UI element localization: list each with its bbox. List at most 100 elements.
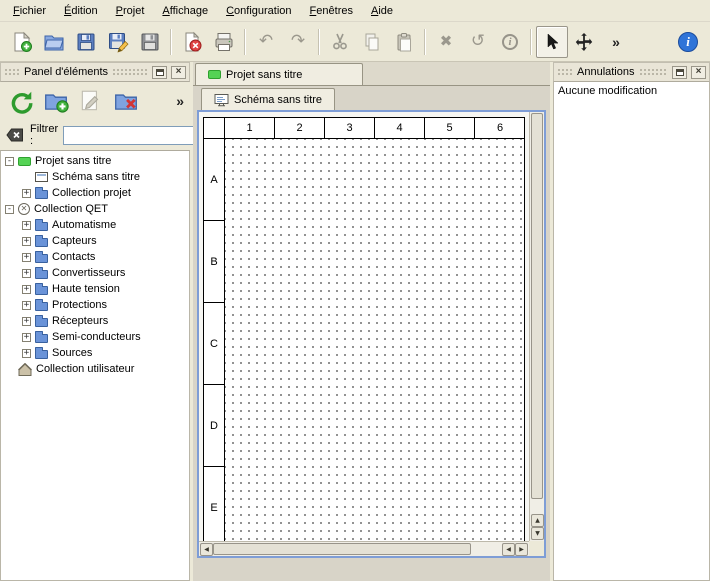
filter-input[interactable] [63,126,213,145]
float-icon [676,69,684,76]
scroll-left-button-2[interactable]: ◀ [502,543,515,556]
vertical-scrollbar-thumb[interactable] [531,113,543,499]
tree-item-protections[interactable]: Protections [1,297,189,313]
expander-icon[interactable] [22,285,31,294]
tree-item-semi-conducteurs[interactable]: Semi-conducteurs [1,329,189,345]
menu-projet[interactable]: Projet [107,2,154,20]
tree-item-recepteurs[interactable]: Récepteurs [1,313,189,329]
toolbar-separator [170,29,172,55]
tree-item-haute-tension[interactable]: Haute tension [1,281,189,297]
delete-button[interactable]: ✖ [430,26,462,58]
selection-mode-button[interactable] [536,26,568,58]
expander-icon[interactable] [22,237,31,246]
tree-item-project[interactable]: Projet sans titre [1,153,189,169]
undo-button[interactable]: ↶ [250,26,282,58]
tree-item-label: Collection utilisateur [36,363,134,375]
undo-empty-text: Aucune modification [558,85,657,97]
menu-fenetres[interactable]: Fenêtres [301,2,362,20]
expander-icon[interactable] [5,157,14,166]
tree-item-capteurs[interactable]: Capteurs [1,233,189,249]
tree-item-schema[interactable]: Schéma sans titre [1,169,189,185]
edit-element-button[interactable] [76,86,106,116]
column-header: 6 [475,118,525,139]
save-button[interactable] [70,26,102,58]
scrollbar-track[interactable] [471,543,502,555]
expander-icon[interactable] [22,189,31,198]
diagram-grid[interactable] [225,139,525,541]
dock-handle[interactable] [112,68,148,76]
folder-icon [35,254,48,263]
menu-affichage[interactable]: Affichage [153,2,217,20]
about-button[interactable]: i [672,26,704,58]
expander-icon[interactable] [22,317,31,326]
expander-icon[interactable] [22,333,31,342]
scroll-right-button[interactable]: ▶ [515,543,528,556]
tab-projet-sans-titre[interactable]: Projet sans titre [195,63,363,85]
new-element-button[interactable] [41,86,71,116]
tree-item-label: Schéma sans titre [52,171,140,183]
scroll-down-button[interactable]: ▼ [531,527,544,540]
rotate-button[interactable]: ↺ [462,26,494,58]
horizontal-scrollbar[interactable]: ◀ ◀ ▶ [199,541,529,556]
folder-icon [35,350,48,359]
menu-fichier[interactable]: Fichier [4,2,55,20]
schema-tabbar: Schéma sans titre [197,86,546,110]
element-tree[interactable]: Projet sans titre Schéma sans titre Coll… [0,150,190,581]
pan-mode-button[interactable] [568,26,600,58]
tree-item-sources[interactable]: Sources [1,345,189,361]
diagram-info-button[interactable]: i [494,26,526,58]
new-document-button[interactable] [6,26,38,58]
menu-configuration[interactable]: Configuration [217,2,300,20]
expander-icon[interactable] [22,253,31,262]
expander-icon[interactable] [5,205,14,214]
reload-collections-button[interactable] [6,86,36,116]
column-header: 3 [325,118,375,139]
tree-item-label: Récepteurs [52,315,108,327]
tree-item-collection-projet[interactable]: Collection projet [1,185,189,201]
menu-aide[interactable]: Aide [362,2,402,20]
paste-button[interactable] [388,26,420,58]
undo-history-list[interactable]: Aucune modification [553,82,710,581]
vertical-scrollbar[interactable]: ▲ ▼ [529,112,544,541]
tree-item-contacts[interactable]: Contacts [1,249,189,265]
scroll-up-button[interactable]: ▲ [531,514,544,527]
refresh-icon [8,88,34,114]
float-panel-button[interactable] [672,66,687,79]
dock-handle[interactable] [639,68,669,76]
open-project-button[interactable] [38,26,70,58]
expander-icon[interactable] [22,221,31,230]
diagram-paper: 1 2 3 4 5 6 A B C D E [203,117,525,541]
expander-icon[interactable] [22,349,31,358]
print-button[interactable] [208,26,240,58]
expander-icon[interactable] [22,301,31,310]
diagram-canvas[interactable]: 1 2 3 4 5 6 A B C D E [199,112,529,541]
panel-overflow-button[interactable]: » [176,94,184,108]
toolbar-overflow-button[interactable]: » [600,26,632,58]
folder-icon [35,238,48,247]
scroll-left-button[interactable]: ◀ [200,543,213,556]
redo-icon: ↷ [291,33,305,50]
redo-button[interactable]: ↷ [282,26,314,58]
close-file-button[interactable] [176,26,208,58]
delete-element-button[interactable] [111,86,141,116]
save-as-button[interactable] [102,26,134,58]
menu-edition[interactable]: Édition [55,2,107,20]
save-all-button[interactable] [134,26,166,58]
cut-button[interactable] [324,26,356,58]
tree-item-automatisme[interactable]: Automatisme [1,217,189,233]
tree-item-collection-utilisateur[interactable]: Collection utilisateur [1,361,189,377]
scrollbar-track[interactable] [531,499,543,514]
tree-item-collection-qet[interactable]: Collection QET [1,201,189,217]
clear-filter-button[interactable] [5,125,25,145]
tab-schema-sans-titre[interactable]: Schéma sans titre [201,88,335,110]
copy-button[interactable] [356,26,388,58]
expander-icon[interactable] [22,269,31,278]
horizontal-scrollbar-thumb[interactable] [213,543,471,555]
folder-icon [35,270,48,279]
close-panel-button[interactable]: × [691,66,706,79]
close-panel-button[interactable]: × [171,66,186,79]
dock-handle[interactable] [4,68,20,76]
float-panel-button[interactable] [152,66,167,79]
dock-handle[interactable] [557,68,573,76]
tree-item-convertisseurs[interactable]: Convertisseurs [1,265,189,281]
